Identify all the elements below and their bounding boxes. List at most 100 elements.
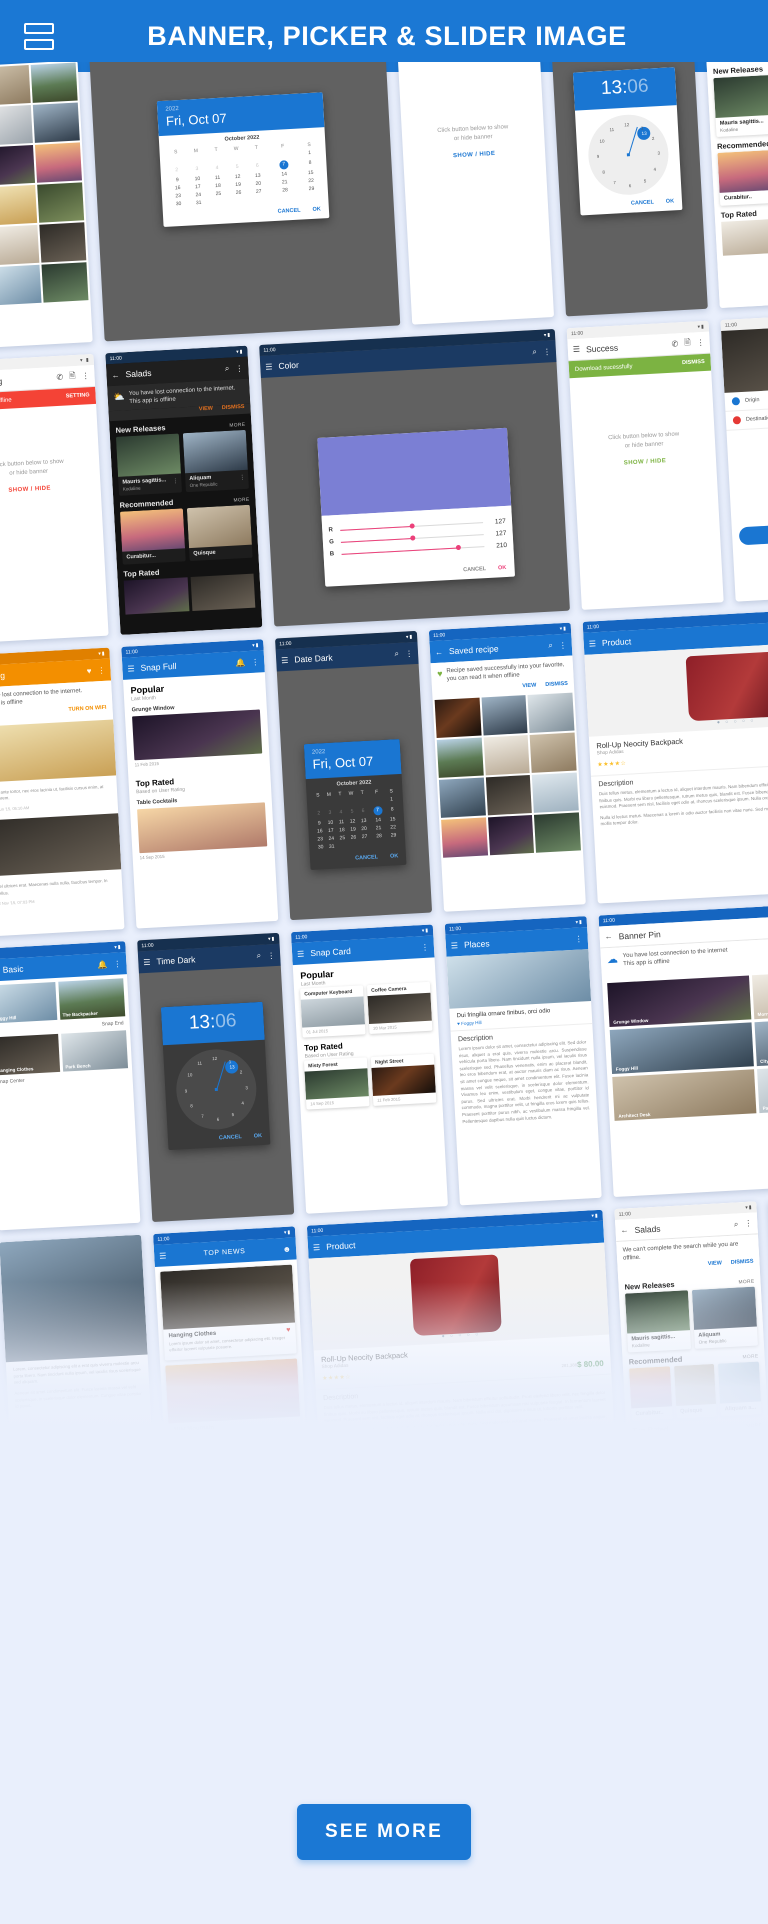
pin-card[interactable]: Architect Desk <box>612 1069 756 1122</box>
snap-card-item[interactable]: Computer Keyboard 01 Jul 2015 <box>300 985 366 1038</box>
paperclip-icon[interactable]: 🗎 <box>69 369 76 383</box>
pin-card[interactable]: Park Bench <box>756 1061 768 1114</box>
more-vert-icon[interactable]: ⋮ <box>81 371 89 380</box>
phone-snap-full[interactable]: 11:00 ▾▮ ☰ Snap Full 🔔 ⋮ Popular Last Mo… <box>121 639 279 929</box>
more-vert-icon[interactable]: ⋮ <box>559 640 567 649</box>
heart-icon[interactable]: ♥ <box>87 666 92 675</box>
hamburger-icon[interactable]: ☰ <box>297 949 305 958</box>
hamburger-icon[interactable]: ☰ <box>281 655 289 664</box>
time-picker-dialog[interactable]: 13:06 13 12 1 2 3 4 5 6 7 8 9 10 11 CANC… <box>572 67 683 216</box>
media-card[interactable]: Curabitur... <box>119 508 186 565</box>
more-vert-icon[interactable]: ⋮ <box>251 657 259 666</box>
ok-button[interactable]: OK <box>498 565 507 571</box>
pin-card[interactable]: Foggy Hill <box>609 1022 754 1075</box>
phone-icon[interactable]: ✆ <box>671 339 678 348</box>
phone-warning-orange[interactable]: 11:00 ▾▮ Warning ♥ ⋮ You have lost conne… <box>0 647 125 937</box>
more-link[interactable]: MORE <box>229 423 245 429</box>
pin-card[interactable]: City Building <box>754 1014 768 1067</box>
dismiss-button[interactable]: DISMISS <box>545 681 568 688</box>
hamburger-icon[interactable]: ☰ <box>159 1251 167 1260</box>
paperclip-icon[interactable]: 🗎 <box>684 336 691 350</box>
bell-icon[interactable]: 🔔 <box>235 658 245 668</box>
pin-card[interactable]: Morning Flower <box>751 967 768 1020</box>
basic-card[interactable]: Foggy Hill <box>0 981 57 1024</box>
picker-minute[interactable]: 06 <box>215 1010 237 1032</box>
ok-button[interactable]: OK <box>666 199 675 205</box>
more-vert-icon[interactable]: ⋮ <box>235 363 243 372</box>
phone-time-dark[interactable]: 11:00 ▾▮ ☰ Time Dark ⌕ ⋮ 13:06 13 12 1 2… <box>137 932 295 1223</box>
picker-minute[interactable]: 06 <box>627 76 649 98</box>
calendar[interactable]: October 2022 SMTWTFS 1 2345678 9 10 11 12 13… <box>305 774 405 854</box>
phone-date-dark[interactable]: 11:00 ▾▮ ☰ Date Dark ⌕ ⋮ 2022 Fri, Oct 0… <box>275 630 433 921</box>
back-arrow-icon[interactable]: ← <box>604 932 612 941</box>
date-picker-dialog[interactable]: 2022 Fri, Oct 07 October 2022 SMTWTFS 1 … <box>156 92 330 228</box>
media-card[interactable]: Aliquam a... <box>718 1361 762 1417</box>
time-picker-dialog-dark[interactable]: 13:06 13 12 1 2 3 4 5 6 7 8 9 10 11 CANC… <box>160 1001 271 1150</box>
search-icon[interactable]: ⌕ <box>225 364 230 374</box>
setting-button[interactable]: SETTING <box>66 393 90 402</box>
ok-button[interactable]: OK <box>312 207 321 213</box>
phone-snap-card[interactable]: 11:00 ▾▮ ☰ Snap Card ⋮ Popular Last Mont… <box>290 924 448 1214</box>
basic-card[interactable]: Park Bench <box>60 1030 129 1072</box>
show-hide-button[interactable]: SHOW / HIDE <box>0 483 101 497</box>
media-card[interactable]: Aliquam One Republic ⋮ <box>182 430 249 493</box>
phone-basic[interactable]: 11:00 ▾▮ ☰ Basic 🔔 ⋮ Foggy Hill <box>0 941 141 1231</box>
show-hide-button[interactable]: SHOW / HIDE <box>403 148 545 162</box>
cancel-button[interactable]: CANCEL <box>355 855 378 862</box>
hamburger-icon[interactable]: ☰ <box>589 639 597 648</box>
media-card[interactable]: Mauris sagittis... Kodaline ⋮ <box>713 74 768 137</box>
ok-button[interactable]: OK <box>390 854 399 860</box>
hamburger-icon[interactable]: ☰ <box>143 957 151 966</box>
phone-time-picker[interactable]: 13:06 13 12 1 2 3 4 5 6 7 8 9 10 11 CANC… <box>550 62 708 317</box>
more-link[interactable]: MORE <box>738 1279 754 1285</box>
more-vert-icon[interactable]: ⋮ <box>543 347 551 356</box>
search-icon[interactable]: ⌕ <box>256 951 261 961</box>
ok-button[interactable]: OK <box>254 1133 263 1139</box>
see-more-button[interactable]: SEE MORE <box>297 1804 471 1860</box>
slider-track[interactable] <box>341 545 485 555</box>
search-icon[interactable]: ⌕ <box>532 347 537 357</box>
show-hide-button[interactable]: SHOW / HIDE <box>574 456 716 470</box>
phone-article[interactable]: Lorem, consectetur adipiscing elit a era… <box>0 1234 157 1432</box>
phone-salads-dark[interactable]: 11:00 ▾▮ ← Salads ⌕ ⋮ ⛅ You have lost co… <box>105 345 263 635</box>
phone-color-picker[interactable]: 11:00 ▾▮ ☰ Color ⌕ ⋮ R 127 G 127 B 210 C… <box>259 328 570 627</box>
phone-success[interactable]: 11:00 ▾▮ ☰ Success ✆ 🗎 ⋮ Download sucess… <box>566 320 724 610</box>
hamburger-icon[interactable]: ☰ <box>573 345 581 354</box>
phone-banner-pin[interactable]: 11:00 ▾▮ ← Banner Pin ⌕ ☁ You have lost … <box>598 899 768 1198</box>
pin-card[interactable]: Grunge Window <box>607 975 751 1028</box>
more-vert-icon[interactable]: ⋮ <box>405 649 413 658</box>
slider-track[interactable] <box>340 521 483 531</box>
snap-card-item[interactable]: Coffee Camera 20 Mar 2015 <box>366 981 433 1035</box>
picker-hour[interactable]: 13 <box>188 1011 210 1033</box>
phone-salads-light[interactable]: 11:00 ▾▮ ← Salads ⌕ ⋮ We can't complete … <box>614 1201 768 1432</box>
snap-card-item[interactable]: Night Street 11 Feb 2015 <box>370 1053 437 1106</box>
phone-map-direction[interactable]: 11:00 ▾▮ Origin Destination GET DIRECTIO… <box>720 312 768 602</box>
cancel-button[interactable]: CANCEL <box>631 200 654 207</box>
picker-hour[interactable]: 13 <box>600 77 622 99</box>
snap-item[interactable]: Table Cocktails 14 Sep 2015 <box>129 789 275 867</box>
cancel-button[interactable]: CANCEL <box>219 1134 242 1141</box>
dismiss-button[interactable]: DISMISS <box>682 359 705 368</box>
color-picker-dialog[interactable]: R 127 G 127 B 210 CANCEL OK <box>317 427 515 587</box>
view-button[interactable]: VIEW <box>522 683 536 690</box>
heart-icon[interactable]: ♥ <box>286 1327 291 1334</box>
bell-icon[interactable]: 🔔 <box>97 960 107 970</box>
media-card[interactable]: Mauris sagittis... Kodaline ⋮ <box>115 433 183 496</box>
back-arrow-icon[interactable]: ← <box>620 1225 628 1234</box>
back-arrow-icon[interactable]: ← <box>435 647 443 656</box>
media-card[interactable]: Quisque <box>673 1363 718 1419</box>
more-vert-icon[interactable]: ⋮ <box>574 934 582 943</box>
phone-music-light[interactable]: We can't complete the search while you a… <box>704 62 768 309</box>
news-card[interactable]: Hanging Clothes ♥ Lorem ipsum dolor sit … <box>160 1264 297 1361</box>
stacked-rectangles-icon[interactable] <box>24 19 54 53</box>
more-vert-icon[interactable]: ⋮ <box>267 951 275 960</box>
basic-card[interactable]: The Backpacker <box>57 978 126 1020</box>
media-card[interactable]: Curabitur.. <box>629 1365 673 1422</box>
hamburger-icon[interactable]: ☰ <box>451 941 459 950</box>
snap-item[interactable]: Grunge Window 11 Feb 2015 <box>124 696 270 774</box>
media-card[interactable]: Quisque <box>186 504 253 562</box>
more-link[interactable]: MORE <box>742 1354 758 1360</box>
product-image[interactable]: ● ○ ○ ○ ○ <box>308 1242 610 1351</box>
dismiss-button[interactable]: DISMISS <box>222 404 245 411</box>
search-icon[interactable]: ⌕ <box>734 1219 739 1229</box>
